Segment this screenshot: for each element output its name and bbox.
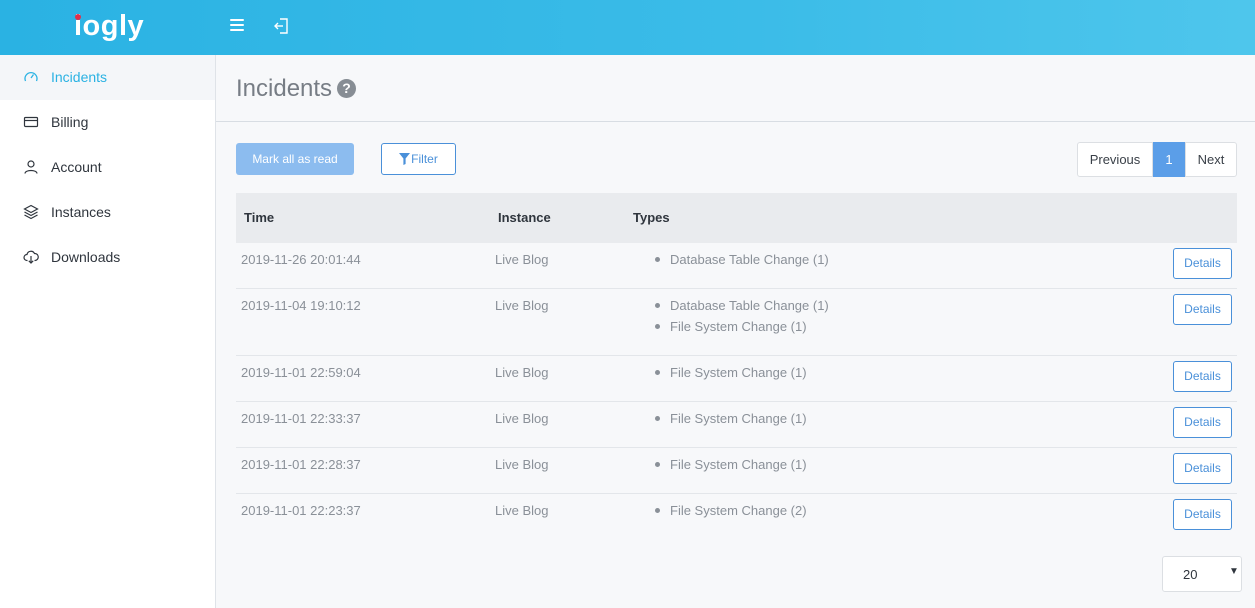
incident-type-item: File System Change (1) <box>655 319 829 340</box>
details-button[interactable]: Details <box>1173 294 1232 325</box>
incident-types: File System Change (1) <box>655 411 807 432</box>
incident-time: 2019-11-01 22:23:37 <box>241 503 361 518</box>
sidebar-item-label: Account <box>51 159 102 175</box>
page-header: Incidents ? <box>216 55 1255 122</box>
details-button[interactable]: Details <box>1173 361 1232 392</box>
details-button[interactable]: Details <box>1173 407 1232 438</box>
incident-types: File System Change (2) <box>655 503 807 524</box>
credit-card-icon <box>23 114 39 130</box>
sidebar-item-downloads[interactable]: Downloads <box>0 235 215 280</box>
sidebar-item-account[interactable]: Account <box>0 145 215 190</box>
incident-instance: Live Blog <box>495 252 549 267</box>
details-button[interactable]: Details <box>1173 453 1232 484</box>
sidebar-item-label: Billing <box>51 114 89 130</box>
filter-icon <box>399 153 411 165</box>
incident-instance: Live Blog <box>495 457 549 472</box>
sidebar: Incidents Billing Account Instances Down… <box>0 55 216 608</box>
incident-type-item: Database Table Change (1) <box>655 252 829 273</box>
incident-instance: Live Blog <box>495 503 549 518</box>
filter-label: Filter <box>411 152 438 166</box>
filter-button[interactable]: Filter <box>381 143 456 175</box>
table-row: 2019-11-01 22:23:37 Live Blog File Syste… <box>236 494 1237 540</box>
incident-time: 2019-11-26 20:01:44 <box>241 252 361 267</box>
logo-dot <box>75 14 81 20</box>
sidebar-item-instances[interactable]: Instances <box>0 190 215 235</box>
incident-time: 2019-11-04 19:10:12 <box>241 298 361 313</box>
incident-time: 2019-11-01 22:28:37 <box>241 457 361 472</box>
per-page-select[interactable]: 20 ▼ <box>1162 556 1242 592</box>
incident-type-item: File System Change (1) <box>655 457 807 478</box>
details-button[interactable]: Details <box>1173 499 1232 530</box>
table-header: Time Instance Types <box>236 193 1237 243</box>
main-content: Incidents ? Mark all as read Filter Prev… <box>216 55 1255 608</box>
user-icon <box>23 159 39 175</box>
pagination-page-current[interactable]: 1 <box>1153 142 1185 177</box>
column-header-types: Types <box>633 210 670 225</box>
layers-icon <box>23 204 39 220</box>
incident-types: File System Change (1) <box>655 457 807 478</box>
dashboard-gauge-icon <box>23 69 39 85</box>
incident-type-item: Database Table Change (1) <box>655 298 829 319</box>
cloud-download-icon <box>23 249 39 265</box>
table-row: 2019-11-01 22:28:37 Live Blog File Syste… <box>236 448 1237 494</box>
incident-instance: Live Blog <box>495 411 549 426</box>
incident-type-item: File System Change (1) <box>655 411 807 432</box>
incident-type-item: File System Change (1) <box>655 365 807 386</box>
details-button[interactable]: Details <box>1173 248 1232 279</box>
pagination-next[interactable]: Next <box>1185 142 1237 177</box>
logo-text: iogly <box>74 10 145 42</box>
sidebar-item-incidents[interactable]: Incidents <box>0 55 215 100</box>
page-title: Incidents <box>236 75 333 102</box>
pagination-previous[interactable]: Previous <box>1077 142 1153 177</box>
incident-instance: Live Blog <box>495 365 549 380</box>
top-bar: iogly <box>0 0 1255 55</box>
caret-down-icon: ▼ <box>1229 566 1239 577</box>
sidebar-item-label: Instances <box>51 204 111 220</box>
mark-all-read-button[interactable]: Mark all as read <box>236 143 354 175</box>
pagination: Previous 1 Next <box>1077 142 1237 177</box>
incident-time: 2019-11-01 22:59:04 <box>241 365 361 380</box>
question-circle-icon[interactable]: ? <box>337 79 356 98</box>
column-header-time: Time <box>244 210 275 225</box>
sidebar-item-label: Incidents <box>51 69 108 85</box>
incident-instance: Live Blog <box>495 298 549 313</box>
incident-time: 2019-11-01 22:33:37 <box>241 411 361 426</box>
table-row: 2019-11-26 20:01:44 Live Blog Database T… <box>236 243 1237 289</box>
table-row: 2019-11-01 22:33:37 Live Blog File Syste… <box>236 402 1237 448</box>
per-page-value: 20 <box>1183 567 1198 582</box>
incident-types: Database Table Change (1) File System Ch… <box>655 298 829 340</box>
incidents-table: Time Instance Types 2019-11-26 20:01:44 … <box>236 193 1237 540</box>
incident-type-item: File System Change (2) <box>655 503 807 524</box>
column-header-instance: Instance <box>498 210 551 225</box>
incident-types: Database Table Change (1) <box>655 252 829 273</box>
logo[interactable]: iogly <box>74 10 144 43</box>
menu-toggle-icon[interactable] <box>230 19 244 33</box>
sidebar-item-label: Downloads <box>51 249 121 265</box>
logout-icon[interactable] <box>272 17 290 35</box>
table-row: 2019-11-04 19:10:12 Live Blog Database T… <box>236 289 1237 356</box>
incident-types: File System Change (1) <box>655 365 807 386</box>
sidebar-item-billing[interactable]: Billing <box>0 100 215 145</box>
table-row: 2019-11-01 22:59:04 Live Blog File Syste… <box>236 356 1237 402</box>
